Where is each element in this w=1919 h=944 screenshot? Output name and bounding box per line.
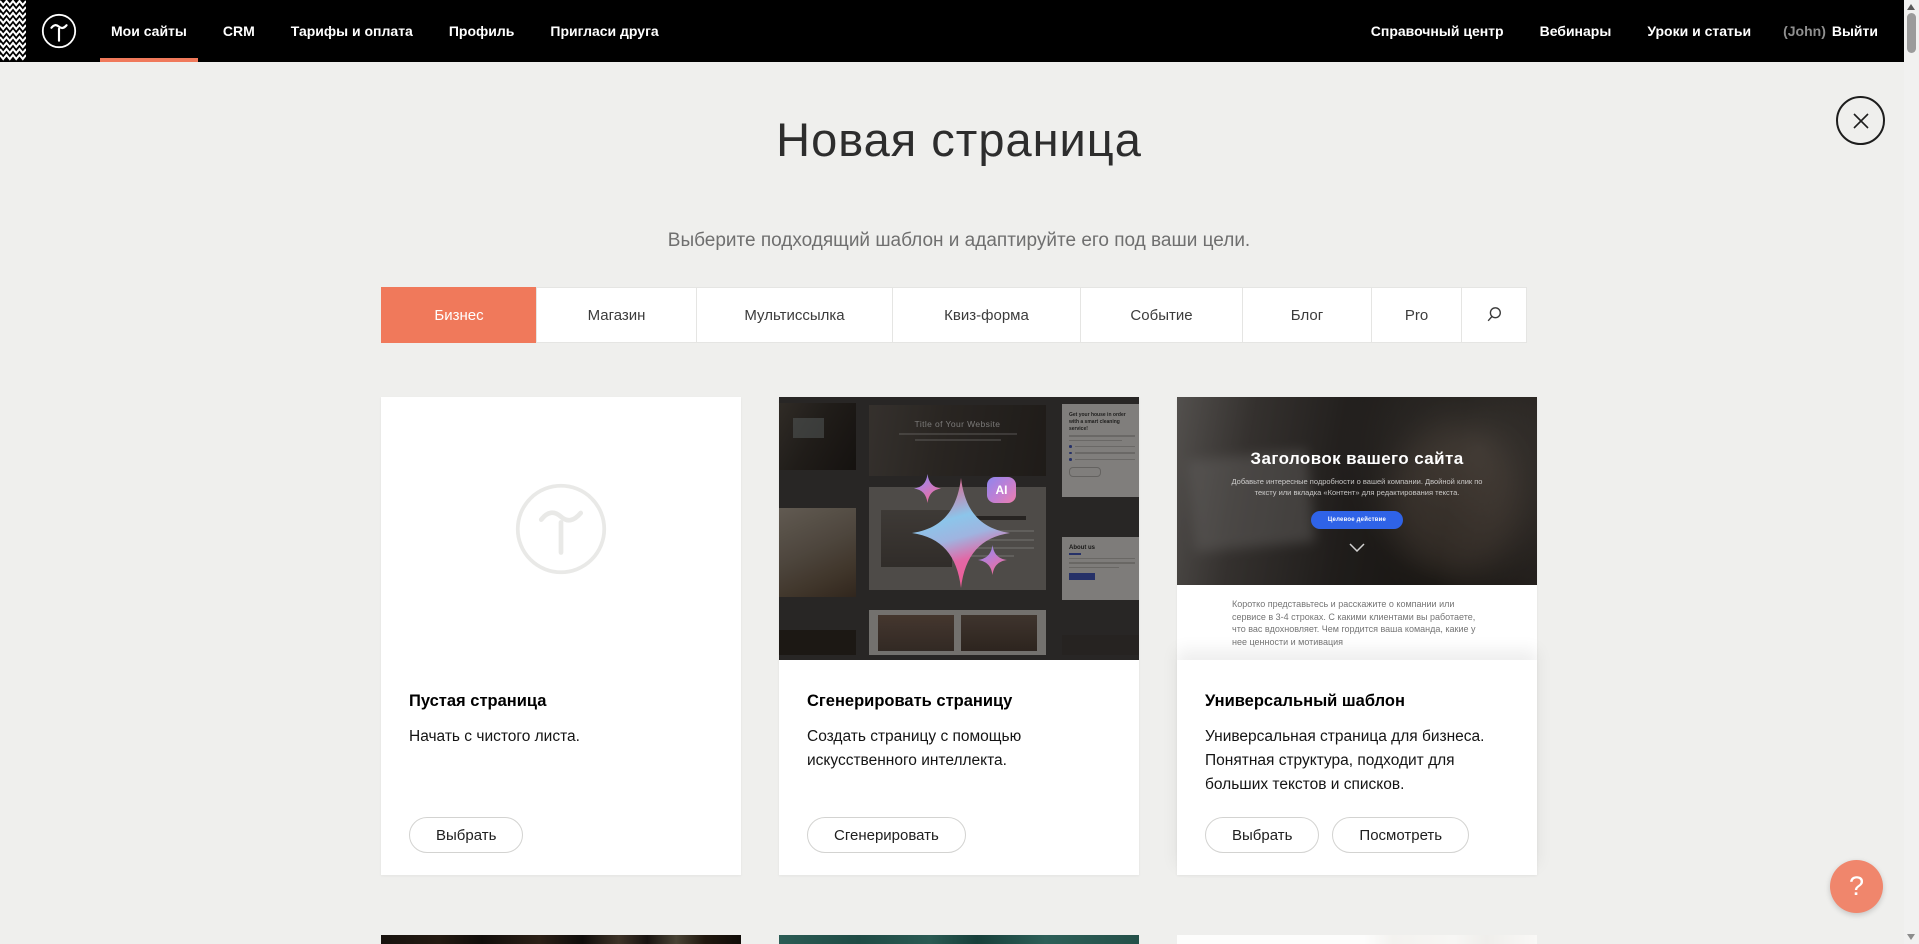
search-icon <box>1485 306 1503 324</box>
card-info: Универсальный шаблон Универсальная стран… <box>1177 660 1537 875</box>
scrollbar-thumb[interactable] <box>1907 13 1916 53</box>
close-button[interactable] <box>1836 96 1885 145</box>
template-body-preview: Коротко представьтесь и расскажите о ком… <box>1177 585 1537 660</box>
secondary-nav: Справочный центр Вебинары Уроки и статьи… <box>1353 0 1904 62</box>
ai-sparkles-icon <box>779 397 1139 660</box>
template-hero-title: Заголовок вашего сайта <box>1177 449 1537 469</box>
user-chunk: (John) Выйти <box>1769 0 1892 62</box>
template-cta-button: Целевое действие <box>1311 511 1403 529</box>
select-button[interactable]: Выбрать <box>409 817 523 853</box>
template-body-text: Коротко представьтесь и расскажите о ком… <box>1232 585 1482 648</box>
card-stub-teal[interactable] <box>779 935 1139 944</box>
primary-nav: Мои сайты CRM Тарифы и оплата Профиль Пр… <box>93 0 677 62</box>
card-description: Создать страницу с помощью искусственног… <box>807 725 1107 773</box>
card-universal-template: Заголовок вашего сайта Добавьте интересн… <box>1177 397 1537 875</box>
user-name: (John) <box>1783 23 1826 39</box>
page-subtitle: Выберите подходящий шаблон и адаптируйте… <box>381 230 1537 252</box>
zigzag-pattern-icon <box>0 0 26 62</box>
nav-item-crm[interactable]: CRM <box>205 0 273 62</box>
template-hero-subtitle: Добавьте интересные подробности о вашей … <box>1226 476 1488 499</box>
card-template-preview: Заголовок вашего сайта Добавьте интересн… <box>1177 397 1537 661</box>
card-description: Универсальная страница для бизнеса. Поня… <box>1205 725 1505 797</box>
nav-item-tariffs[interactable]: Тарифы и оплата <box>273 0 431 62</box>
card-description: Начать с чистого листа. <box>409 725 709 749</box>
card-stub-light[interactable] <box>1177 935 1537 944</box>
select-button[interactable]: Выбрать <box>1205 817 1319 853</box>
chevron-down-icon <box>1349 543 1365 552</box>
tab-search[interactable] <box>1461 287 1527 343</box>
top-navigation-bar: Мои сайты CRM Тарифы и оплата Профиль Пр… <box>0 0 1904 62</box>
tab-pro[interactable]: Pro <box>1371 287 1462 343</box>
card-blank-preview <box>381 397 741 661</box>
tab-event[interactable]: Событие <box>1080 287 1243 343</box>
card-blank-page: Пустая страница Начать с чистого листа. … <box>381 397 741 875</box>
close-icon <box>1851 111 1871 131</box>
tilda-logo-icon[interactable] <box>41 13 77 49</box>
tab-shop[interactable]: Магазин <box>536 287 697 343</box>
help-button[interactable]: ? <box>1830 860 1883 913</box>
tab-multilink[interactable]: Мультиссылка <box>696 287 893 343</box>
tab-blog[interactable]: Блог <box>1242 287 1372 343</box>
card-title: Сгенерировать страницу <box>807 692 1111 711</box>
card-ai-generate: Title of Your Website Get your house in … <box>779 397 1139 875</box>
nav-item-help-center[interactable]: Справочный центр <box>1353 0 1522 62</box>
tab-business[interactable]: Бизнес <box>381 287 537 343</box>
preview-button[interactable]: Посмотреть <box>1332 817 1469 853</box>
scrollbar-up-arrow[interactable] <box>1907 4 1915 10</box>
nav-item-lessons[interactable]: Уроки и статьи <box>1629 0 1769 62</box>
generate-button[interactable]: Сгенерировать <box>807 817 966 853</box>
question-icon: ? <box>1849 871 1864 902</box>
logout-link[interactable]: Выйти <box>1832 23 1878 39</box>
screen: Мои сайты CRM Тарифы и оплата Профиль Пр… <box>0 0 1919 944</box>
tilda-watermark-icon <box>514 482 608 576</box>
card-title: Универсальный шаблон <box>1205 692 1509 711</box>
page-title: Новая страница <box>381 112 1537 167</box>
template-hero-preview: Заголовок вашего сайта Добавьте интересн… <box>1177 397 1537 585</box>
template-category-tabs: Бизнес Магазин Мультиссылка Квиз-форма С… <box>381 287 1527 343</box>
ai-badge: AI <box>987 477 1016 503</box>
nav-item-invite-friend[interactable]: Пригласи друга <box>532 0 676 62</box>
template-cards-row: Пустая страница Начать с чистого листа. … <box>381 397 1537 875</box>
nav-item-my-sites[interactable]: Мои сайты <box>93 0 205 62</box>
tab-quiz-form[interactable]: Квиз-форма <box>892 287 1081 343</box>
template-cards-row-2 <box>381 935 1537 944</box>
vertical-scrollbar[interactable] <box>1904 0 1919 944</box>
card-stub-dark[interactable] <box>381 935 741 944</box>
card-info: Сгенерировать страницу Создать страницу … <box>779 660 1139 875</box>
scrollbar-down-arrow[interactable] <box>1907 934 1915 940</box>
card-title: Пустая страница <box>409 692 713 711</box>
nav-item-profile[interactable]: Профиль <box>431 0 533 62</box>
nav-item-webinars[interactable]: Вебинары <box>1522 0 1630 62</box>
card-ai-preview: Title of Your Website Get your house in … <box>779 397 1139 661</box>
card-info: Пустая страница Начать с чистого листа. … <box>381 660 741 875</box>
